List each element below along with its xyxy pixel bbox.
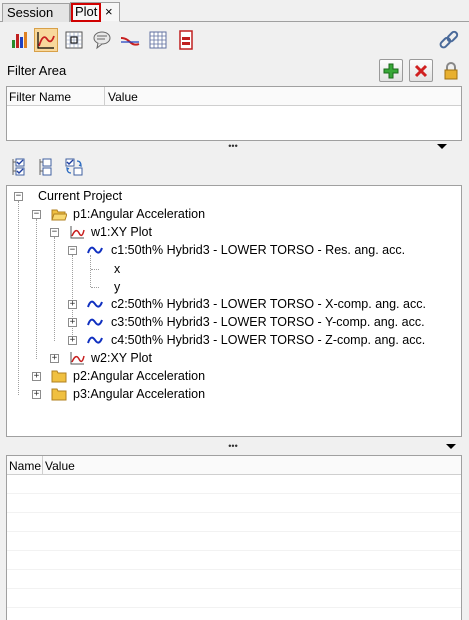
tab-session-label: Session — [7, 5, 54, 20]
column-value[interactable]: Value — [108, 90, 138, 104]
tree-node-p1[interactable]: p1:Angular Acceleration — [73, 205, 205, 223]
collapse-arrow-icon[interactable] — [446, 444, 456, 449]
tab-plot-label: Plot — [71, 3, 102, 22]
filter-table-header: Filter Name Value — [7, 87, 461, 106]
tab-bar: Session Plot × — [0, 0, 469, 22]
grid-dots-icon[interactable] — [62, 28, 86, 52]
low-pass-icon[interactable] — [118, 28, 142, 52]
curve-plot-icon[interactable] — [34, 28, 58, 52]
xy-plot-icon — [70, 226, 85, 239]
collapse-arrow-icon[interactable] — [437, 144, 447, 149]
collapse-toggle[interactable]: − — [68, 246, 77, 255]
delete-icon — [414, 64, 428, 77]
empty-row — [7, 589, 461, 608]
properties-table: Name Value — [6, 455, 462, 620]
expand-toggle[interactable]: + — [50, 354, 59, 363]
tree-node-c4[interactable]: c4:50th% Hybrid3 - LOWER TORSO - Z-comp.… — [111, 331, 425, 349]
empty-row — [7, 532, 461, 551]
folder-icon — [51, 370, 67, 383]
plot-toolbar — [0, 26, 469, 56]
tree-node-w2[interactable]: w2:XY Plot — [91, 349, 152, 367]
folder-icon — [51, 388, 67, 401]
tree-line — [72, 255, 73, 341]
tree-line — [90, 255, 91, 287]
empty-row — [7, 570, 461, 589]
splitter-handle[interactable]: ••• — [218, 442, 248, 451]
expand-toggle[interactable]: + — [68, 336, 77, 345]
tree-line — [91, 287, 99, 288]
filter-table: Filter Name Value — [6, 86, 462, 141]
tree-node-p3[interactable]: p3:Angular Acceleration — [73, 385, 205, 403]
tree-node-y[interactable]: y — [114, 278, 120, 296]
plus-icon — [383, 63, 399, 78]
curve-icon — [87, 336, 103, 344]
column-name[interactable]: Name — [9, 459, 41, 473]
tree-node-c2[interactable]: c2:50th% Hybrid3 - LOWER TORSO - X-comp.… — [111, 295, 426, 313]
tree-line — [91, 269, 99, 270]
tree-node-c3[interactable]: c3:50th% Hybrid3 - LOWER TORSO - Y-comp.… — [111, 313, 425, 331]
tab-plot[interactable]: Plot × — [70, 2, 120, 22]
expand-toggle[interactable]: + — [32, 372, 41, 381]
column-value[interactable]: Value — [45, 459, 75, 473]
column-divider[interactable] — [42, 456, 43, 474]
tree-node-x[interactable]: x — [114, 260, 120, 278]
curve-icon — [87, 300, 103, 308]
check-all-icon[interactable] — [10, 157, 30, 177]
empty-row — [7, 494, 461, 513]
grid-icon[interactable] — [146, 28, 170, 52]
collapse-toggle[interactable]: − — [32, 210, 41, 219]
expand-toggle[interactable]: + — [68, 300, 77, 309]
collapse-toggle[interactable]: − — [50, 228, 59, 237]
uncheck-all-icon[interactable] — [37, 157, 57, 177]
splitter-handle[interactable]: ••• — [218, 142, 248, 151]
curve-icon — [87, 318, 103, 326]
tree-node-w1[interactable]: w1:XY Plot — [91, 223, 152, 241]
column-filter-name[interactable]: Filter Name — [9, 90, 71, 104]
tree-node-c1[interactable]: c1:50th% Hybrid3 - LOWER TORSO - Res. an… — [111, 241, 405, 259]
expand-toggle[interactable]: + — [32, 390, 41, 399]
delete-filter-button[interactable] — [409, 59, 433, 82]
link-icon[interactable] — [437, 29, 461, 53]
properties-table-header: Name Value — [7, 456, 461, 475]
lock-icon[interactable] — [442, 62, 460, 80]
note-icon[interactable] — [90, 28, 114, 52]
curve-icon — [87, 246, 103, 254]
empty-row — [7, 513, 461, 532]
empty-row — [7, 475, 461, 494]
empty-row — [7, 551, 461, 570]
swap-selection-icon[interactable] — [64, 157, 84, 177]
tab-session[interactable]: Session — [2, 3, 70, 22]
filter-area-title: Filter Area — [7, 63, 67, 78]
xy-plot-icon — [70, 352, 85, 365]
close-icon[interactable]: × — [105, 3, 113, 21]
tree-node-root[interactable]: Current Project — [38, 187, 122, 205]
page-icon[interactable] — [174, 28, 198, 52]
bar-chart-icon[interactable] — [8, 28, 32, 52]
project-tree: − Current Project − p1:Angular Accelerat… — [6, 185, 462, 437]
column-divider[interactable] — [104, 87, 105, 105]
collapse-toggle[interactable]: − — [14, 192, 23, 201]
tree-line — [36, 219, 37, 359]
open-folder-icon — [51, 209, 67, 221]
tree-node-p2[interactable]: p2:Angular Acceleration — [73, 367, 205, 385]
expand-toggle[interactable]: + — [68, 318, 77, 327]
tree-line — [18, 201, 19, 395]
add-filter-button[interactable] — [379, 59, 403, 82]
tree-line — [54, 237, 55, 341]
